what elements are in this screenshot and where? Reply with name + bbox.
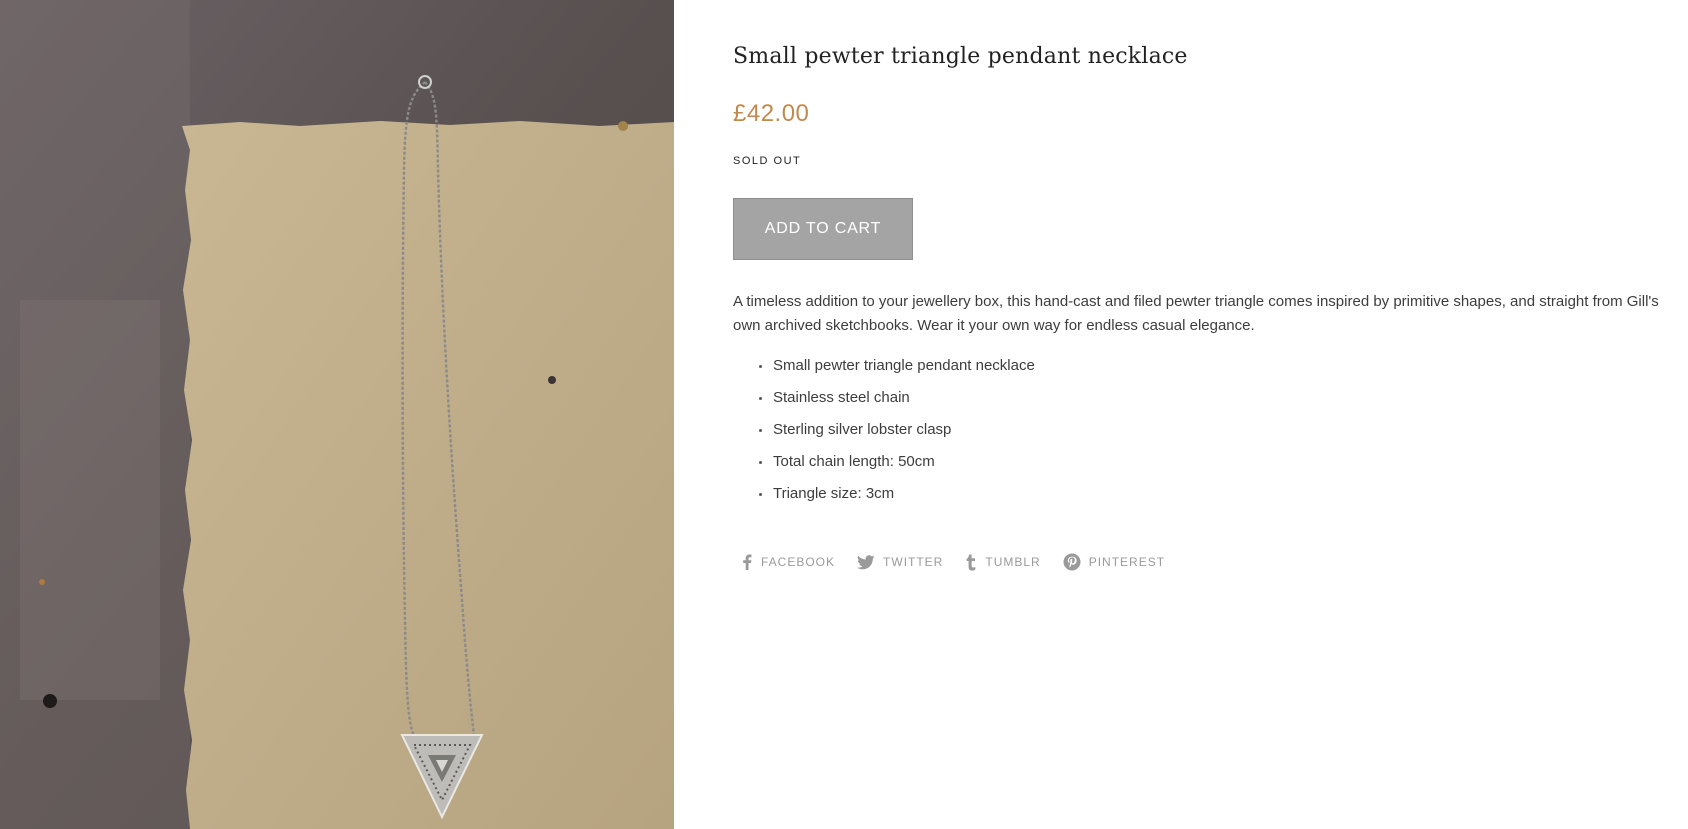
product-description: A timeless addition to your jewellery bo…: [733, 293, 1659, 334]
share-pinterest-label: PINTEREST: [1088, 555, 1166, 569]
share-facebook-link[interactable]: FACEBOOK: [741, 554, 835, 570]
product-title: Small pewter triangle pendant necklace: [733, 44, 1188, 69]
list-item: Sterling silver lobster clasp: [759, 418, 1035, 450]
share-pinterest-link[interactable]: PINTEREST: [1063, 553, 1165, 571]
twitter-icon: [857, 554, 875, 569]
share-twitter-link[interactable]: TWITTER: [857, 554, 944, 570]
tumblr-icon: [966, 554, 976, 571]
pinterest-icon: [1063, 553, 1081, 571]
share-tumblr-link[interactable]: TUMBLR: [965, 554, 1040, 571]
list-item: Total chain length: 50cm: [759, 450, 1035, 482]
share-tumblr-label: TUMBLR: [985, 555, 1041, 569]
share-facebook-label: FACEBOOK: [761, 555, 836, 569]
share-bar: FACEBOOK TWITTER TUMBLR PINTEREST: [741, 553, 1187, 571]
list-item: Triangle size: 3cm: [759, 482, 1035, 514]
list-item: Small pewter triangle pendant necklace: [759, 354, 1035, 386]
stock-status: SOLD OUT: [733, 155, 802, 167]
add-to-cart-button[interactable]: ADD TO CART: [733, 198, 913, 260]
feature-list: Small pewter triangle pendant necklace S…: [733, 354, 1035, 514]
product-image[interactable]: [0, 0, 674, 829]
list-item: Stainless steel chain: [759, 386, 1035, 418]
share-twitter-label: TWITTER: [883, 555, 944, 569]
facebook-icon: [743, 554, 752, 570]
product-price: £42.00: [733, 100, 810, 127]
